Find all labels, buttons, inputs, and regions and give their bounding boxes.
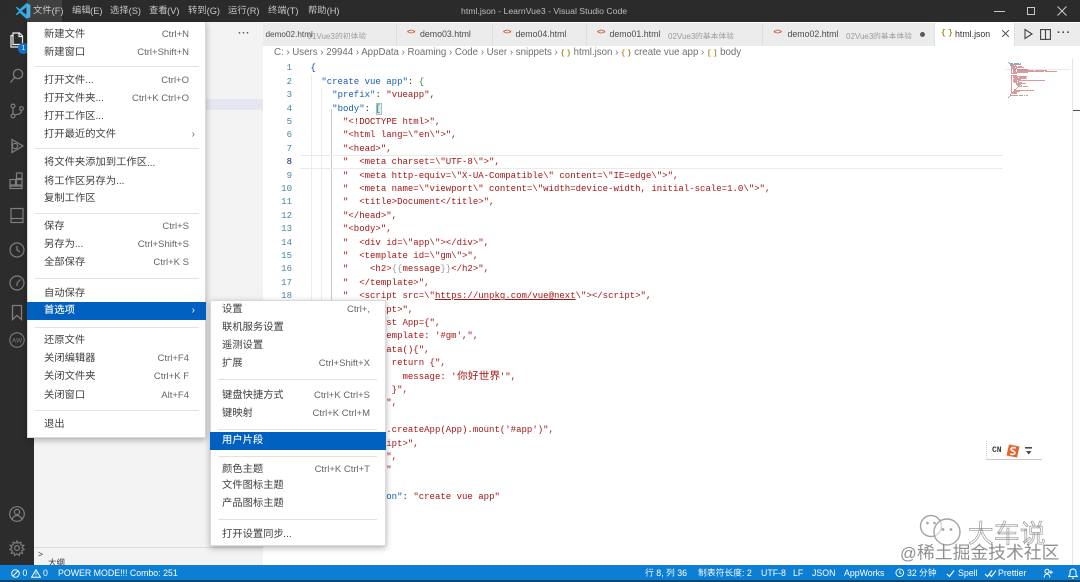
- svg-text:AW: AW: [12, 338, 23, 345]
